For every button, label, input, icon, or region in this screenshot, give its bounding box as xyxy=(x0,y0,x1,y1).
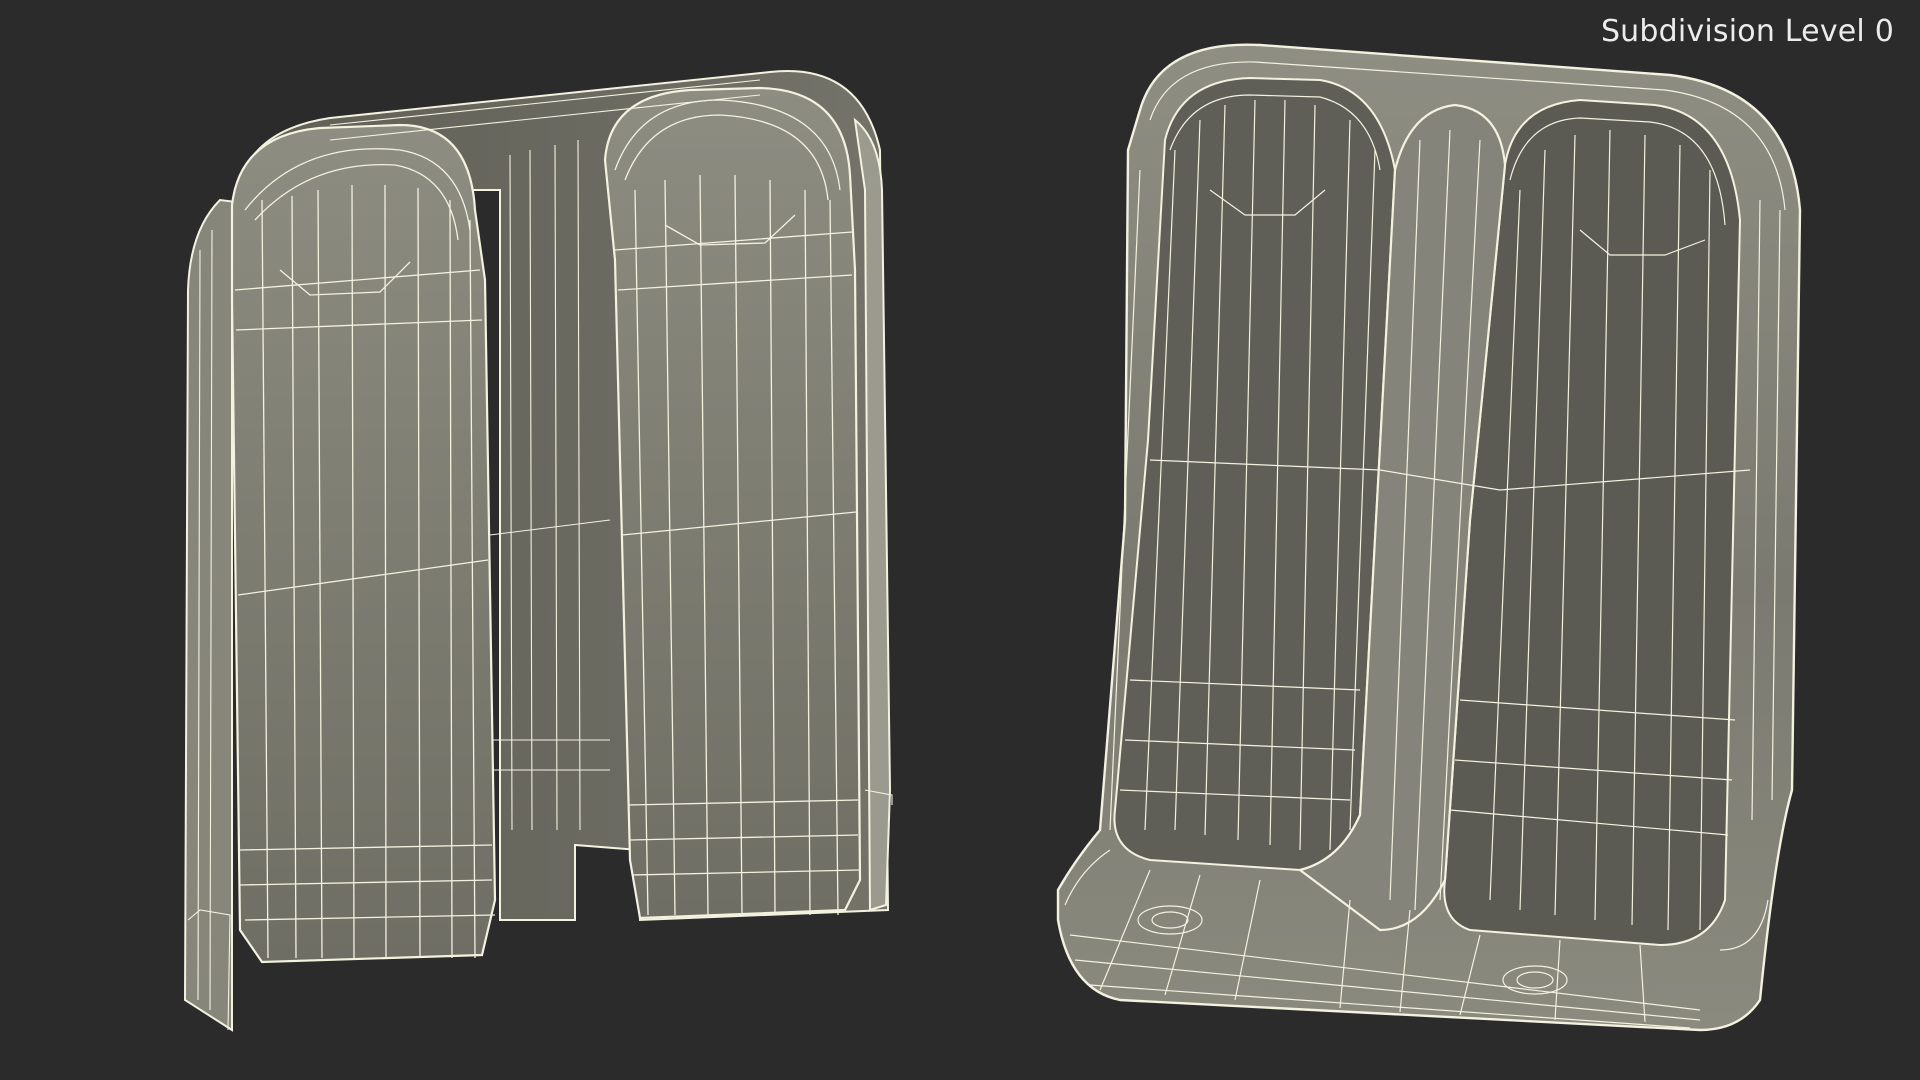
right-model[interactable] xyxy=(1056,43,1802,1032)
3d-viewport[interactable]: Subdivision Level 0 xyxy=(0,0,1920,1080)
scene-canvas xyxy=(183,43,1802,1032)
left-model[interactable] xyxy=(183,70,893,1032)
subdivision-level-label: Subdivision Level 0 xyxy=(1600,14,1894,49)
